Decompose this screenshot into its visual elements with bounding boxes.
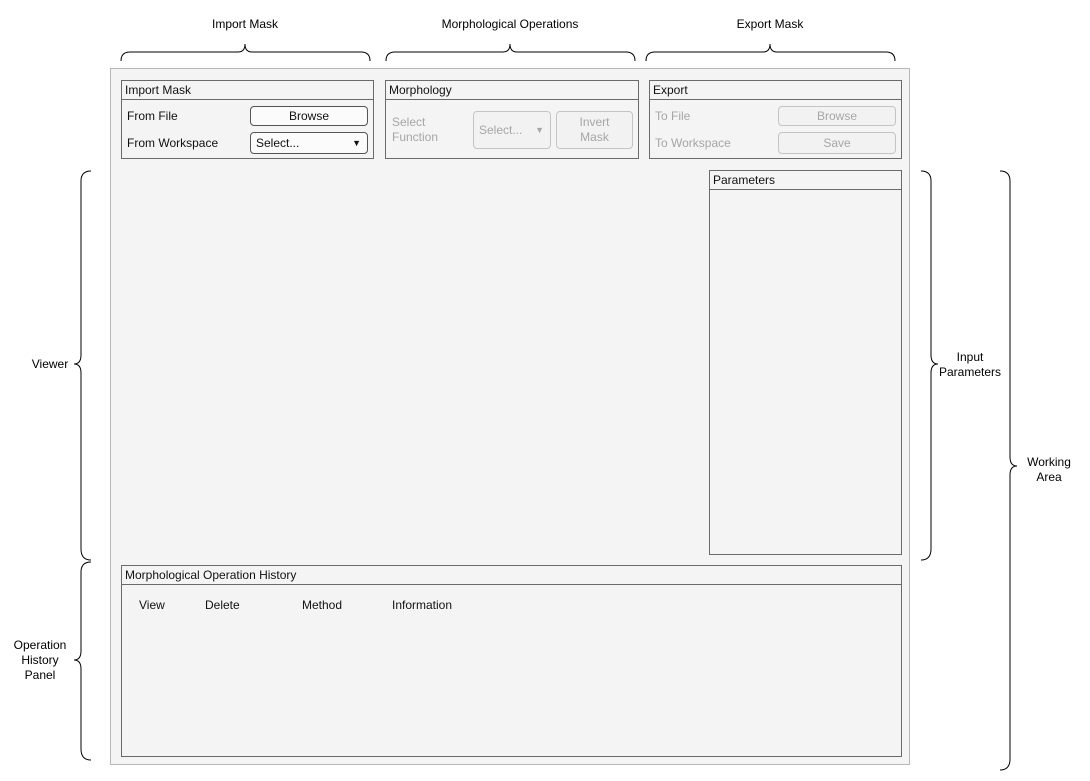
history-panel-title: Morphological Operation History: [122, 566, 901, 585]
working-area-annotation: Working Area: [1018, 455, 1080, 485]
viewer-area[interactable]: [121, 170, 706, 555]
input-parameters-annotation: Input Parameters: [936, 350, 1004, 380]
parameters-panel: Parameters: [709, 170, 902, 555]
input-parameters-line-1: Input: [956, 350, 984, 364]
working-area-line-2: Area: [1036, 470, 1062, 484]
history-annotation-line-3: Panel: [24, 668, 56, 682]
morphological-operations-annotation: Morphological Operations: [441, 17, 579, 31]
import-workspace-select[interactable]: Select... ▼: [250, 132, 368, 154]
app-window: Import Mask From File Browse From Worksp…: [110, 68, 910, 765]
history-panel: Morphological Operation History View Del…: [121, 565, 902, 757]
export-mask-annotation: Export Mask: [736, 17, 804, 31]
select-function-label-line-1: Select: [392, 115, 426, 129]
morphology-panel: Morphology Select Function Select... ▼ I…: [385, 80, 639, 159]
history-column-information[interactable]: Information: [392, 598, 452, 612]
history-brace: [73, 561, 92, 761]
working-area-line-1: Working: [1027, 455, 1071, 469]
save-button[interactable]: Save: [778, 132, 896, 154]
import-mask-panel: Import Mask From File Browse From Worksp…: [121, 80, 374, 159]
from-workspace-label: From Workspace: [127, 136, 219, 150]
input-parameters-line-2: Parameters: [938, 365, 1002, 379]
import-workspace-select-value: Select...: [256, 136, 300, 150]
import-browse-button[interactable]: Browse: [250, 106, 368, 126]
history-annotation: Operation History Panel: [6, 638, 74, 683]
viewer-annotation: Viewer: [31, 357, 69, 371]
history-column-delete[interactable]: Delete: [205, 598, 240, 612]
from-file-label: From File: [127, 109, 178, 123]
invert-mask-button[interactable]: Invert Mask: [556, 111, 633, 149]
to-workspace-label: To Workspace: [655, 136, 731, 150]
import-mask-annotation: Import Mask: [211, 17, 278, 31]
function-select[interactable]: Select... ▼: [473, 111, 551, 149]
export-panel: Export To File Browse To Workspace Save: [649, 80, 902, 159]
import-mask-brace: [120, 43, 371, 62]
history-annotation-line-2: History: [21, 653, 59, 667]
morphological-operations-brace: [385, 43, 636, 62]
chevron-down-icon: ▼: [535, 125, 544, 135]
select-function-label-line-2: Function: [392, 130, 439, 144]
function-select-value: Select...: [479, 123, 523, 137]
history-column-view[interactable]: View: [139, 598, 165, 612]
history-annotation-line-1: Operation: [13, 638, 67, 652]
select-function-label: Select Function: [392, 115, 438, 145]
export-panel-title: Export: [650, 81, 901, 100]
chevron-down-icon: ▼: [352, 138, 361, 148]
working-area-brace: [999, 170, 1018, 771]
invert-mask-line-1: Invert: [579, 115, 610, 129]
parameters-panel-title: Parameters: [710, 171, 901, 190]
morphology-panel-title: Morphology: [386, 81, 638, 100]
invert-mask-line-2: Mask: [580, 130, 609, 144]
export-mask-brace: [645, 43, 896, 62]
history-column-method[interactable]: Method: [302, 598, 342, 612]
export-browse-button[interactable]: Browse: [778, 106, 896, 126]
import-mask-panel-title: Import Mask: [122, 81, 373, 100]
to-file-label: To File: [655, 109, 691, 123]
